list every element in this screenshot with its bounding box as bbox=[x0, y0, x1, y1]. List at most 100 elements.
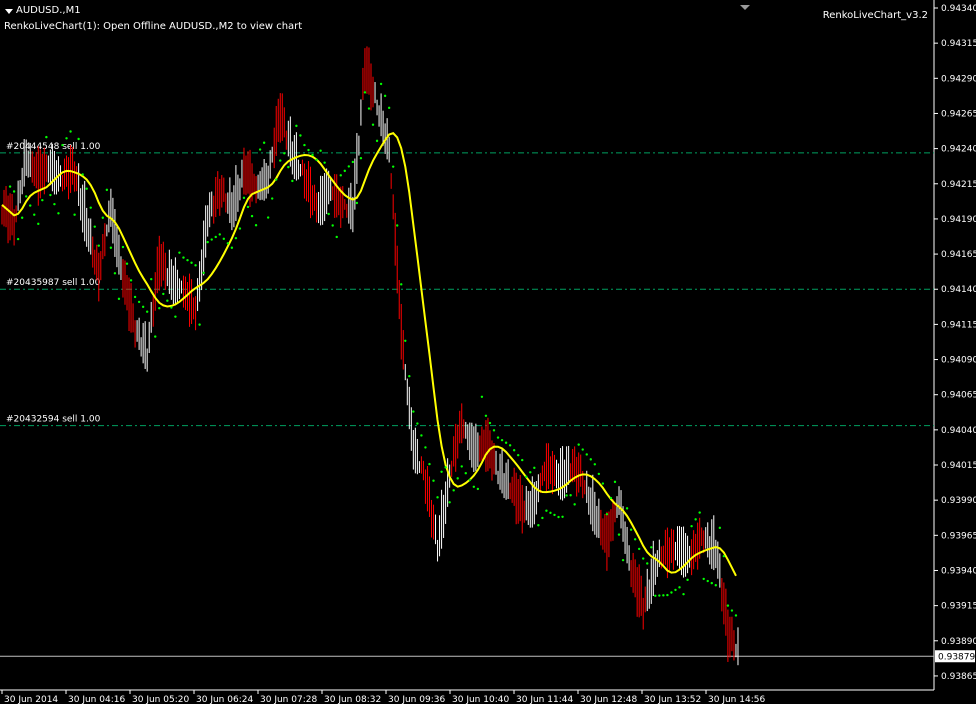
parabolic-sar-dot bbox=[41, 198, 44, 202]
parabolic-sar-dot bbox=[396, 224, 399, 227]
parabolic-sar-dot bbox=[662, 594, 665, 597]
parabolic-sar-dot bbox=[533, 466, 536, 470]
time-tick-label: 30 Jun 2014 bbox=[4, 695, 58, 704]
parabolic-sar-dot bbox=[202, 271, 205, 275]
parabolic-sar-dot bbox=[109, 246, 113, 249]
price-tick-label: 0.93915 bbox=[941, 602, 976, 612]
parabolic-sar-dot bbox=[145, 310, 149, 313]
price-tick-label: 0.94065 bbox=[941, 391, 976, 401]
parabolic-sar-dot bbox=[335, 235, 338, 239]
parabolic-sar-dot bbox=[464, 472, 467, 475]
parabolic-sar-dot bbox=[85, 187, 88, 190]
parabolic-sar-dot bbox=[545, 509, 548, 512]
parabolic-sar-dot bbox=[262, 141, 266, 144]
parabolic-sar-dot bbox=[363, 91, 367, 94]
parabolic-sar-dot bbox=[690, 524, 693, 528]
parabolic-sar-dot bbox=[37, 222, 40, 226]
parabolic-sar-dot bbox=[117, 297, 121, 301]
price-tick-label: 0.94140 bbox=[941, 285, 976, 295]
parabolic-sar-dot bbox=[400, 283, 403, 286]
parabolic-sar-dot bbox=[137, 300, 141, 304]
parabolic-sar-dot bbox=[577, 443, 580, 446]
parabolic-sar-dot bbox=[53, 202, 56, 206]
parabolic-sar-dot bbox=[488, 421, 492, 425]
parabolic-sar-dot bbox=[319, 149, 322, 152]
parabolic-sar-dot bbox=[601, 482, 605, 485]
parabolic-sar-dot bbox=[440, 470, 443, 474]
parabolic-sar-dot bbox=[238, 227, 242, 230]
parabolic-sar-dot bbox=[16, 237, 20, 241]
price-chart[interactable]: 0.94340 0.94315 0.94290 0.94265 0.94240 0.942… bbox=[0, 0, 976, 704]
price-tick-label: 0.94290 bbox=[941, 74, 976, 84]
price-tick-label: 0.94315 bbox=[941, 39, 976, 49]
parabolic-sar-dot bbox=[698, 511, 701, 514]
parabolic-sar-dot bbox=[734, 614, 738, 617]
price-tick-label: 0.93890 bbox=[941, 637, 976, 647]
price-tick-label: 0.94090 bbox=[941, 356, 976, 366]
parabolic-sar-dot bbox=[726, 604, 730, 607]
parabolic-sar-dot bbox=[565, 494, 568, 497]
parabolic-sar-dot bbox=[57, 212, 60, 215]
parabolic-sar-dot bbox=[150, 277, 153, 281]
parabolic-sar-dot bbox=[97, 244, 100, 247]
parabolic-sar-dot bbox=[730, 609, 734, 612]
parabolic-sar-dot bbox=[424, 446, 427, 449]
parabolic-sar-dot bbox=[629, 528, 633, 531]
order-line-label: #20435987 sell 1.00 bbox=[6, 278, 101, 288]
parabolic-sar-dot bbox=[125, 262, 129, 265]
parabolic-sar-dot bbox=[89, 206, 92, 209]
parabolic-sar-dot bbox=[714, 584, 718, 587]
parabolic-sar-dot bbox=[383, 94, 387, 98]
parabolic-sar-dot bbox=[291, 179, 294, 183]
parabolic-sar-dot bbox=[105, 188, 109, 192]
current-price-label: 0.93879 bbox=[938, 652, 975, 662]
price-tick-label: 0.94165 bbox=[941, 250, 976, 260]
parabolic-sar-dot bbox=[367, 107, 371, 110]
parabolic-sar-dot bbox=[541, 516, 544, 520]
parabolic-sar-dot bbox=[307, 148, 310, 152]
parabolic-sar-dot bbox=[637, 547, 641, 551]
parabolic-sar-dot bbox=[166, 299, 169, 302]
parabolic-sar-dot bbox=[323, 161, 326, 164]
chart-shift-marker-icon[interactable] bbox=[740, 5, 750, 10]
parabolic-sar-dot bbox=[210, 238, 213, 241]
time-tick-label: 30 Jun 04:16 bbox=[68, 695, 125, 704]
parabolic-sar-dot bbox=[375, 139, 379, 143]
parabolic-sar-dot bbox=[468, 478, 472, 482]
parabolic-sar-dot bbox=[242, 196, 246, 200]
parabolic-sar-dot bbox=[347, 165, 351, 168]
time-tick-label: 30 Jun 11:44 bbox=[516, 695, 573, 704]
price-tick-label: 0.94240 bbox=[941, 145, 976, 155]
parabolic-sar-dot bbox=[279, 159, 282, 162]
parabolic-sar-dot bbox=[270, 197, 274, 200]
parabolic-sar-dot bbox=[508, 444, 512, 447]
parabolic-sar-dot bbox=[416, 422, 419, 425]
parabolic-sar-dot bbox=[480, 395, 484, 399]
parabolic-sar-dot bbox=[569, 494, 572, 497]
parabolic-sar-dot bbox=[432, 479, 435, 482]
parabolic-sar-dot bbox=[710, 581, 713, 585]
parabolic-sar-dot bbox=[670, 591, 673, 594]
price-tick-label: 0.93940 bbox=[941, 566, 976, 576]
parabolic-sar-dot bbox=[387, 106, 391, 110]
parabolic-sar-dot bbox=[585, 453, 588, 456]
parabolic-sar-dot bbox=[678, 586, 681, 589]
parabolic-sar-dot bbox=[633, 538, 637, 541]
parabolic-sar-dot bbox=[420, 434, 423, 437]
parabolic-sar-dot bbox=[436, 496, 439, 499]
parabolic-sar-dot bbox=[702, 577, 705, 581]
price-tick-label: 0.94340 bbox=[941, 4, 976, 14]
parabolic-sar-dot bbox=[8, 185, 12, 188]
parabolic-sar-dot bbox=[597, 472, 601, 476]
parabolic-sar-dot bbox=[557, 515, 560, 519]
parabolic-sar-dot bbox=[178, 251, 181, 254]
chart-menu-arrow-icon[interactable] bbox=[5, 9, 13, 14]
parabolic-sar-dot bbox=[674, 588, 677, 592]
parabolic-sar-dot bbox=[101, 216, 105, 219]
parabolic-sar-dot bbox=[254, 224, 258, 227]
parabolic-sar-dot bbox=[391, 165, 395, 168]
parabolic-sar-dot bbox=[642, 557, 645, 560]
parabolic-sar-dot bbox=[444, 466, 447, 469]
price-tick-label: 0.94115 bbox=[941, 320, 976, 330]
parabolic-sar-dot bbox=[141, 305, 145, 309]
